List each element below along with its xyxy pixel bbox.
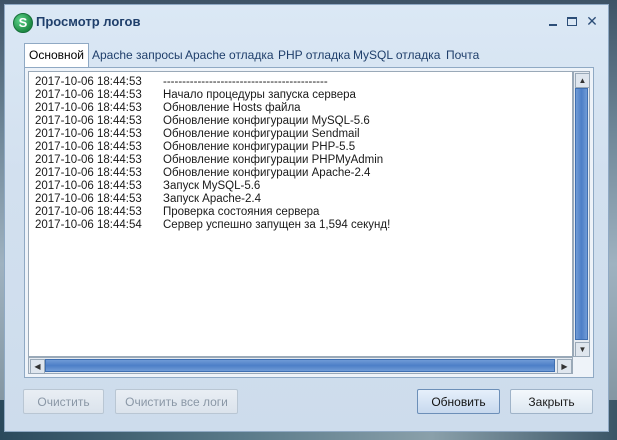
log-message: Обновление конфигурации PHPMyAdmin: [163, 154, 384, 166]
close-button[interactable]: Закрыть: [510, 389, 593, 414]
title-bar[interactable]: S Просмотр логов ✕: [5, 5, 608, 39]
log-time: 2017-10-06 18:44:53: [35, 89, 142, 101]
log-row: 2017-10-06 18:44:53 Обновление конфигурац…: [35, 128, 572, 141]
log-message: Запуск MySQL-5.6: [163, 180, 261, 192]
log-row: 2017-10-06 18:44:53 Обновление конфигурац…: [35, 154, 572, 167]
tab-php-debug[interactable]: PHP отладка: [274, 44, 354, 66]
log-row: 2017-10-06 18:44:54 Сервер успешно запуще…: [35, 219, 572, 232]
window-title: Просмотр логов: [36, 14, 141, 29]
log-time: 2017-10-06 18:44:53: [35, 76, 142, 88]
tab-mail[interactable]: Почта: [442, 44, 483, 66]
log-time: 2017-10-06 18:44:53: [35, 102, 142, 114]
tab-panel: 2017-10-06 18:44:53 ---------------------…: [24, 67, 594, 378]
clear-button[interactable]: Очистить: [23, 389, 104, 414]
horizontal-scroll-thumb[interactable]: [45, 359, 555, 372]
log-row: 2017-10-06 18:44:53 Обновление конфигурац…: [35, 141, 572, 154]
horizontal-scrollbar[interactable]: ◀ ▶: [28, 357, 573, 374]
scroll-corner: [573, 357, 590, 374]
app-icon: S: [13, 13, 33, 33]
vertical-scrollbar[interactable]: ▲ ▼: [573, 71, 590, 357]
log-message: Сервер успешно запущен за 1,594 секунд!: [163, 219, 391, 231]
tab-apache-debug[interactable]: Apache отладка: [181, 44, 278, 66]
tab-main[interactable]: Основной: [24, 43, 90, 68]
tab-mysql-debug[interactable]: MySQL отладка: [349, 44, 444, 66]
log-time: 2017-10-06 18:44:53: [35, 167, 142, 179]
scroll-left-icon[interactable]: ◀: [30, 359, 45, 374]
log-message: Запуск Apache-2.4: [163, 193, 261, 205]
log-row: 2017-10-06 18:44:53 ---------------------…: [35, 76, 572, 89]
log-message: Обновление конфигурации Sendmail: [163, 128, 360, 140]
log-text-area[interactable]: 2017-10-06 18:44:53 ---------------------…: [28, 71, 573, 357]
log-message: Начало процедуры запуска сервера: [163, 89, 356, 101]
scroll-right-icon[interactable]: ▶: [557, 359, 572, 374]
maximize-icon[interactable]: [563, 12, 581, 30]
minimize-icon[interactable]: [544, 12, 562, 30]
log-message: Проверка состояния сервера: [163, 206, 320, 218]
vertical-scroll-thumb[interactable]: [575, 88, 588, 340]
log-message: Обновление конфигурации MySQL-5.6: [163, 115, 370, 127]
clear-all-logs-button[interactable]: Очистить все логи: [115, 389, 238, 414]
log-row: 2017-10-06 18:44:53 Проверка состояния се…: [35, 206, 572, 219]
log-time: 2017-10-06 18:44:53: [35, 206, 142, 218]
log-time: 2017-10-06 18:44:53: [35, 193, 142, 205]
close-icon[interactable]: ✕: [583, 12, 601, 30]
log-row: 2017-10-06 18:44:53 Запуск Apache-2.4: [35, 193, 572, 206]
log-row: 2017-10-06 18:44:53 Начало процедуры запу…: [35, 89, 572, 102]
log-time: 2017-10-06 18:44:53: [35, 180, 142, 192]
tab-apache-requests[interactable]: Apache запросы: [88, 44, 187, 66]
log-time: 2017-10-06 18:44:54: [35, 219, 142, 231]
log-message: Обновление Hosts файла: [163, 102, 301, 114]
refresh-button[interactable]: Обновить: [417, 389, 500, 414]
log-message: Обновление конфигурации PHP-5.5: [163, 141, 356, 153]
log-row: 2017-10-06 18:44:53 Запуск MySQL-5.6: [35, 180, 572, 193]
scroll-up-icon[interactable]: ▲: [575, 73, 590, 88]
log-message: ----------------------------------------…: [163, 76, 328, 88]
log-time: 2017-10-06 18:44:53: [35, 154, 142, 166]
log-viewer-window: S Просмотр логов ✕ Основной Apache запро…: [4, 4, 609, 432]
scroll-down-icon[interactable]: ▼: [575, 342, 590, 357]
log-row: 2017-10-06 18:44:53 Обновление Hosts файл…: [35, 102, 572, 115]
log-time: 2017-10-06 18:44:53: [35, 115, 142, 127]
log-row: 2017-10-06 18:44:53 Обновление конфигурац…: [35, 115, 572, 128]
log-time: 2017-10-06 18:44:53: [35, 128, 142, 140]
log-time: 2017-10-06 18:44:53: [35, 141, 142, 153]
log-message: Обновление конфигурации Apache-2.4: [163, 167, 371, 179]
log-row: 2017-10-06 18:44:53 Обновление конфигурац…: [35, 167, 572, 180]
